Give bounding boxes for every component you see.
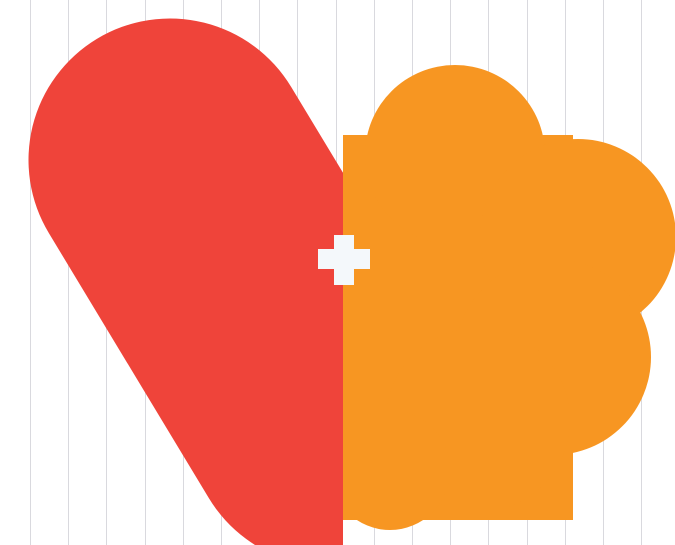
plus-vertical-bar [334, 235, 354, 285]
half-heart-icon [28, 18, 343, 545]
heart-half-stroke [28, 18, 343, 545]
cloud-lobe-bottom-left [330, 410, 450, 530]
logo-canvas [0, 0, 675, 545]
